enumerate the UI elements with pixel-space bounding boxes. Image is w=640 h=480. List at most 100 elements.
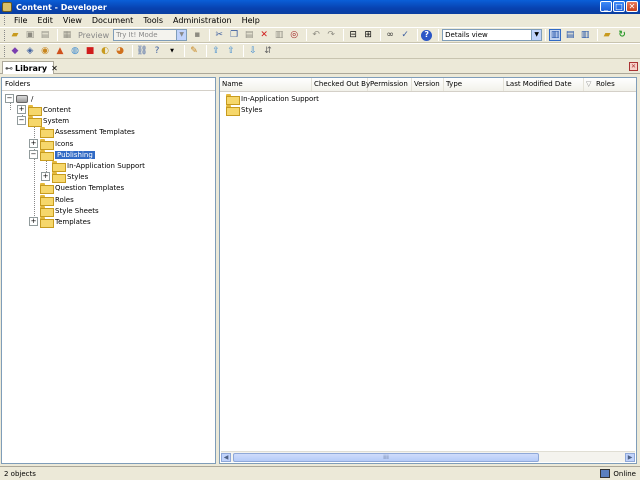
- horizontal-scrollbar[interactable]: ◀ ⁞⁞⁞ ▶: [221, 451, 635, 462]
- horizontal-layout-icon[interactable]: ▤: [564, 29, 576, 41]
- copy-icon[interactable]: ❐: [228, 29, 240, 41]
- toolbar-separator: [132, 45, 133, 57]
- minimize-button[interactable]: _: [600, 1, 612, 12]
- tree-node-assessment-templates[interactable]: Assessment Templates: [40, 126, 135, 138]
- collapse-icon[interactable]: −: [17, 116, 26, 125]
- paste-icon[interactable]: ▤: [243, 29, 255, 41]
- menu-edit[interactable]: Edit: [32, 16, 58, 25]
- menu-file[interactable]: File: [9, 16, 32, 25]
- chevron-down-icon: ▼: [176, 30, 187, 40]
- preview-button[interactable]: Preview: [76, 31, 111, 40]
- column-header-version[interactable]: Version: [412, 78, 444, 91]
- menu-view[interactable]: View: [58, 16, 87, 25]
- scroll-right-icon[interactable]: ▶: [625, 453, 635, 462]
- menu-tools[interactable]: Tools: [138, 16, 168, 25]
- column-header-roles[interactable]: Roles: [594, 78, 636, 91]
- edit-document-icon[interactable]: ✎: [188, 45, 200, 57]
- new-glossary-icon[interactable]: ■: [84, 45, 96, 57]
- open-icon[interactable]: ▰: [9, 29, 21, 41]
- tree-node-templates[interactable]: + Templates: [29, 216, 91, 228]
- record-icon[interactable]: ▪: [191, 29, 203, 41]
- binoculars-icon[interactable]: ∞: [384, 29, 396, 41]
- details-layout-icon[interactable]: ▥: [549, 29, 562, 41]
- expand-icon[interactable]: +: [29, 139, 38, 148]
- folder-open-icon: [40, 150, 54, 161]
- tree-node-publishing[interactable]: − Publishing: [29, 149, 95, 161]
- tree-node-styles[interactable]: + Styles: [41, 171, 88, 183]
- check-in-icon[interactable]: ⇧: [225, 45, 237, 57]
- tree-node-in-application-support[interactable]: In-Application Support: [52, 160, 145, 172]
- print-icon[interactable]: ▤: [39, 29, 51, 41]
- main-toolbar: ▰ ▣ ▤ ▦ Preview Try It! Mode ▼ ▪ ✂ ❐ ▤ ✕…: [0, 27, 640, 43]
- redo-icon[interactable]: ↷: [325, 29, 337, 41]
- save-icon[interactable]: ▣: [24, 29, 36, 41]
- column-header-permission[interactable]: Permission: [368, 78, 412, 91]
- toolbar-separator: [597, 29, 599, 41]
- tree-node-style-sheets[interactable]: Style Sheets: [40, 205, 99, 217]
- expand-icon[interactable]: +: [17, 105, 26, 114]
- refresh-icon[interactable]: ↻: [616, 29, 628, 41]
- collapse-icon[interactable]: −: [5, 94, 14, 103]
- new-module-icon[interactable]: ◆: [9, 45, 21, 57]
- tree-node-root[interactable]: − /: [5, 93, 33, 104]
- assessment-icon[interactable]: ?: [151, 45, 163, 57]
- new-role-icon[interactable]: ◐: [99, 45, 111, 57]
- spell-check-icon[interactable]: ✓: [399, 29, 411, 41]
- link-icon[interactable]: ⛓: [136, 45, 148, 57]
- tree-node-system[interactable]: − System: [17, 115, 69, 127]
- tab-library[interactable]: ⊷ Library ✕: [2, 61, 58, 74]
- help-icon[interactable]: ?: [421, 29, 433, 41]
- collapse-icon[interactable]: −: [29, 150, 38, 159]
- undo-checkout-icon[interactable]: ⇵: [262, 45, 274, 57]
- expand-icon[interactable]: +: [29, 217, 38, 226]
- column-header-checked-out-by[interactable]: Checked Out By: [312, 78, 370, 91]
- collapse-all-icon[interactable]: ⊞: [362, 29, 374, 41]
- publish-icon[interactable]: ⇪: [210, 45, 222, 57]
- properties-icon[interactable]: ▥: [273, 29, 285, 41]
- title-bar: Content - Developer _ □ ✕: [0, 0, 640, 14]
- scroll-left-icon[interactable]: ◀: [221, 453, 231, 462]
- maximize-button[interactable]: □: [613, 1, 625, 12]
- tree-label-style-sheets: Style Sheets: [55, 206, 99, 215]
- close-pane-icon[interactable]: ✕: [629, 62, 638, 71]
- menu-administration[interactable]: Administration: [168, 16, 237, 25]
- check-out-icon[interactable]: ⇩: [247, 45, 259, 57]
- folder-icon: [40, 195, 54, 206]
- tree-node-question-templates[interactable]: Question Templates: [40, 182, 124, 194]
- expand-all-icon[interactable]: ⊟: [347, 29, 359, 41]
- tab-close-icon[interactable]: ✕: [51, 64, 58, 73]
- library-icon[interactable]: ▰: [601, 29, 613, 41]
- list-item[interactable]: In-Application Support: [226, 93, 319, 105]
- close-button[interactable]: ✕: [626, 1, 638, 12]
- scrollbar-thumb[interactable]: ⁞⁞⁞: [233, 453, 539, 462]
- expand-icon[interactable]: +: [41, 172, 50, 181]
- folder-open-icon: [28, 116, 42, 127]
- toolbar-separator: [380, 29, 382, 41]
- new-web-page-icon[interactable]: ▲: [54, 45, 66, 57]
- column-header-type[interactable]: Type: [444, 78, 504, 91]
- menu-help[interactable]: Help: [237, 16, 265, 25]
- column-header-name[interactable]: Name: [220, 78, 312, 91]
- mode-select[interactable]: Try It! Mode ▼: [113, 29, 188, 41]
- undo-icon[interactable]: ↶: [310, 29, 322, 41]
- folder-icon: [40, 127, 54, 138]
- find-icon[interactable]: ◎: [288, 29, 300, 41]
- menu-document[interactable]: Document: [87, 16, 138, 25]
- tree-node-icons[interactable]: + Icons: [29, 138, 73, 150]
- new-section-icon[interactable]: ◈: [24, 45, 36, 57]
- view-select[interactable]: Details view ▼: [442, 29, 543, 41]
- preview-icon[interactable]: ▦: [61, 29, 73, 41]
- toolbar-separator: [206, 45, 207, 57]
- new-topic-icon[interactable]: ◉: [39, 45, 51, 57]
- tree-node-roles[interactable]: Roles: [40, 194, 74, 206]
- column-header-last-modified-date[interactable]: Last Modified Date: [504, 78, 584, 91]
- vertical-layout-icon[interactable]: ▥: [579, 29, 591, 41]
- delete-icon[interactable]: ✕: [258, 29, 270, 41]
- tree-node-content[interactable]: + Content: [17, 104, 71, 116]
- new-package-icon[interactable]: ◍: [69, 45, 81, 57]
- list-item[interactable]: Styles: [226, 104, 262, 116]
- new-question-icon[interactable]: ◕: [114, 45, 126, 57]
- cut-icon[interactable]: ✂: [213, 29, 225, 41]
- chevron-down-icon[interactable]: ▼: [166, 45, 178, 57]
- toolbar-separator: [343, 29, 345, 41]
